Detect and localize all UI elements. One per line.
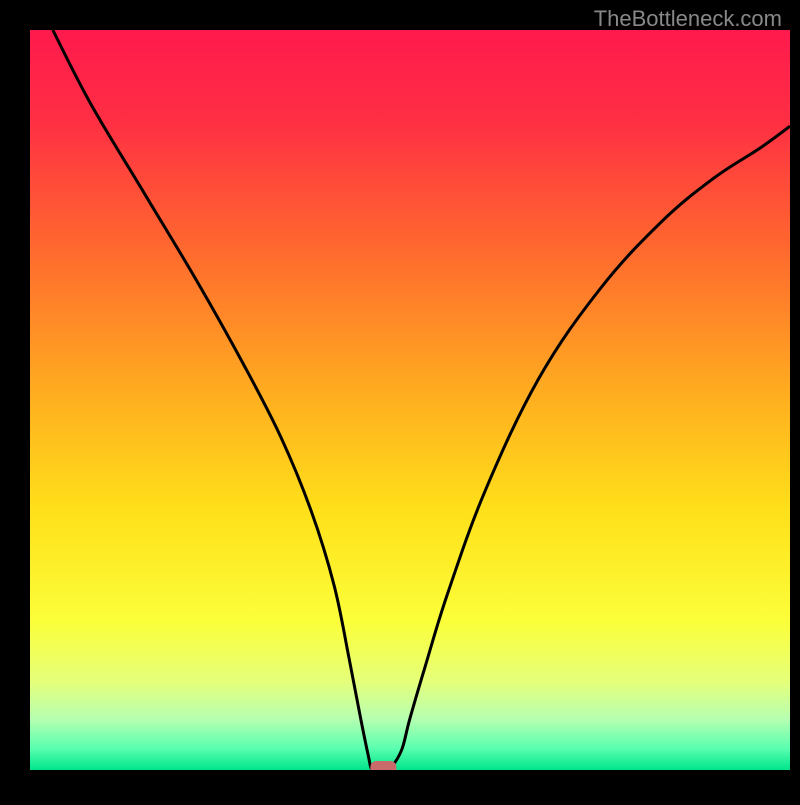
bottleneck-chart xyxy=(0,0,800,800)
gradient-background xyxy=(30,30,790,770)
frame-right xyxy=(790,0,800,800)
frame-left xyxy=(0,0,30,800)
watermark-text: TheBottleneck.com xyxy=(594,6,782,32)
chart-canvas xyxy=(0,0,800,800)
frame-bottom xyxy=(0,770,800,800)
